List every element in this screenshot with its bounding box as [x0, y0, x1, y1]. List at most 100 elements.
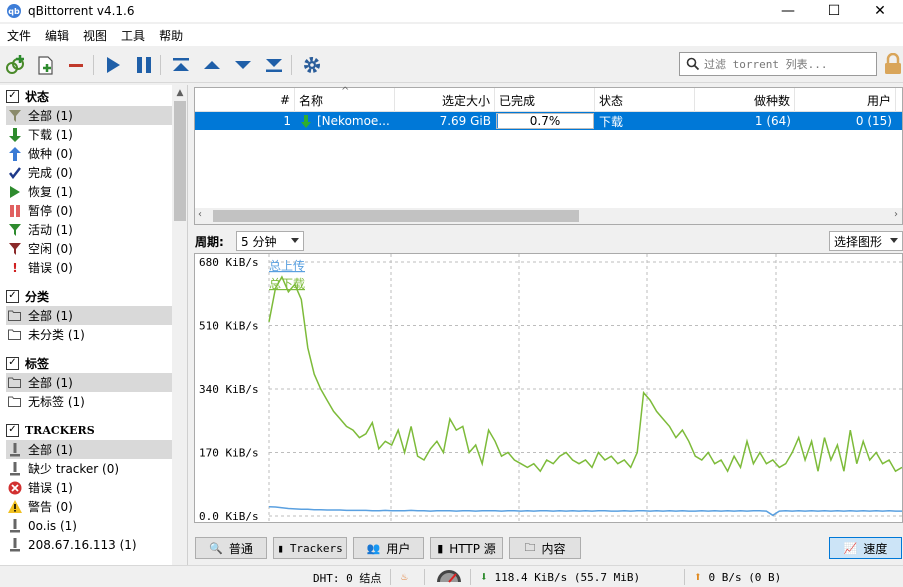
category-all[interactable]: 全部 (1)	[6, 306, 172, 325]
speed-graph: 680 KiB/s 510 KiB/s 340 KiB/s 170 KiB/s 0.0 …	[194, 253, 903, 523]
tab-speed[interactable]: 📈 速度	[829, 537, 902, 559]
tags-section-header[interactable]: ✓ 标签	[6, 354, 49, 372]
warning-icon	[8, 500, 22, 514]
category-uncategorized[interactable]: 未分类 (1)	[6, 325, 172, 344]
add-torrent-file-icon[interactable]	[33, 53, 57, 77]
gear-icon[interactable]	[300, 53, 324, 77]
legend-download: 总下载	[269, 277, 305, 291]
select-graph-button[interactable]: 选择图形	[829, 231, 903, 251]
close-button[interactable]: ✕	[857, 0, 903, 22]
status-filter-all[interactable]: 全部 (1)	[6, 106, 172, 125]
column-status[interactable]: 状态	[595, 88, 695, 112]
tracker-trackerless[interactable]: 缺少 tracker (0)	[6, 459, 172, 478]
pause-icon[interactable]	[132, 53, 156, 77]
tracker-error[interactable]: 错误 (1)	[6, 478, 172, 497]
column-size[interactable]: 选定大小	[395, 88, 495, 112]
folder-icon	[8, 395, 22, 409]
status-filter-errored[interactable]: ! 错误 (0)	[6, 258, 172, 277]
tag-all[interactable]: 全部 (1)	[6, 373, 172, 392]
tab-trackers[interactable]: ▮ Trackers	[273, 537, 347, 559]
categories-checkbox[interactable]: ✓	[6, 289, 19, 303]
status-filter-resumed[interactable]: 恢复 (1)	[6, 182, 172, 201]
tracker-all[interactable]: 全部 (1)	[6, 440, 172, 459]
status-filter-downloading[interactable]: 下载 (1)	[6, 125, 172, 144]
table-header: # 名称 选定大小 已完成 状态 做种数 用户 ^	[195, 86, 902, 112]
menu-help[interactable]: 帮助	[152, 27, 190, 44]
move-to-bottom-icon[interactable]	[262, 53, 286, 77]
title-bar: qb qBittorrent v4.1.6 — ☐ ✕	[0, 0, 903, 22]
status-filter-active[interactable]: 活动 (1)	[6, 220, 172, 239]
status-filter-completed[interactable]: 完成 (0)	[6, 163, 172, 182]
series-upload-line	[268, 505, 902, 517]
menu-edit[interactable]: 编辑	[38, 27, 76, 44]
menu-tools[interactable]: 工具	[114, 27, 152, 44]
column-num[interactable]: #	[195, 88, 295, 112]
tracker-warning[interactable]: 警告 (0)	[6, 497, 172, 516]
lock-icon[interactable]	[883, 52, 903, 75]
move-down-icon[interactable]	[231, 53, 255, 77]
speed-limit-icon[interactable]	[436, 569, 462, 586]
period-select[interactable]: 5 分钟	[236, 231, 304, 251]
table-scroll-thumb[interactable]	[213, 210, 579, 222]
move-up-icon[interactable]	[200, 53, 224, 77]
y-tick-label: 0.0 KiB/s	[199, 510, 259, 522]
table-row[interactable]: 1 [Nekomoe... 7.69 GiB 0.7% 下载 1 (64) 0 …	[195, 112, 902, 130]
table-horizontal-scrollbar[interactable]: ‹ ›	[195, 208, 902, 224]
add-torrent-link-icon[interactable]	[3, 53, 27, 77]
tab-content[interactable]: 🗀 内容	[509, 537, 581, 559]
trackers-section-header[interactable]: ✓ TRACKERS	[6, 421, 95, 439]
upload-arrow-icon	[8, 146, 22, 161]
sort-indicator-icon: ^	[341, 86, 350, 97]
delete-torrent-icon[interactable]	[64, 53, 88, 77]
scroll-left-icon[interactable]: ‹	[198, 209, 202, 220]
cell-num: 1	[283, 114, 291, 128]
search-input[interactable]: 过滤 torrent 列表...	[679, 52, 877, 76]
tag-untagged[interactable]: 无标签 (1)	[6, 392, 172, 411]
connection-status-icon[interactable]: ♨	[401, 570, 408, 583]
sidebar-scroll-thumb[interactable]	[174, 101, 186, 221]
y-tick-label: 510 KiB/s	[199, 320, 259, 333]
tracker-208-67-16-113[interactable]: 208.67.16.113 (1)	[6, 535, 172, 554]
progress-fill	[497, 114, 498, 128]
tags-checkbox[interactable]: ✓	[6, 356, 19, 370]
minimize-button[interactable]: —	[765, 0, 811, 22]
column-done[interactable]: 已完成	[495, 88, 595, 112]
error-icon	[8, 481, 22, 495]
folder-icon	[8, 376, 22, 390]
speed-chart: 680 KiB/s 510 KiB/s 340 KiB/s 170 KiB/s 0.0 …	[199, 254, 903, 523]
resume-icon[interactable]	[101, 53, 125, 77]
tab-peers[interactable]: 👥 用户	[353, 537, 424, 559]
sidebar-scrollbar[interactable]: ▲	[172, 85, 187, 565]
dht-nodes: DHT: 0 结点	[313, 572, 382, 585]
status-filter-inactive[interactable]: 空闲 (0)	[6, 239, 172, 258]
menu-view[interactable]: 视图	[76, 27, 114, 44]
folder-icon	[8, 309, 22, 323]
cell-seeds: 1 (64)	[754, 114, 791, 128]
upload-speed-status[interactable]: ⬆ 0 B/s (0 B)	[694, 570, 781, 585]
categories-section-header[interactable]: ✓ 分类	[6, 287, 49, 305]
status-filter-paused[interactable]: 暂停 (0)	[6, 201, 172, 220]
scroll-right-icon[interactable]: ›	[894, 209, 898, 220]
download-speed-status[interactable]: ⬇ 118.4 KiB/s (55.7 MiB)	[480, 570, 640, 585]
scroll-up-icon[interactable]: ▲	[172, 85, 187, 101]
tab-general[interactable]: 🔍 普通	[195, 537, 267, 559]
search-icon	[686, 57, 700, 71]
tracker-0o-is[interactable]: 0o.is (1)	[6, 516, 172, 535]
status-checkbox[interactable]: ✓	[6, 89, 19, 103]
sidebar: ✓ 状态 全部 (1) 下载 (1) 做种 (0) 完成 (0) 恢复 (1) 暂…	[0, 85, 188, 565]
status-filter-seeding[interactable]: 做种 (0)	[6, 144, 172, 163]
status-section-header[interactable]: ✓ 状态	[6, 87, 49, 105]
trackers-checkbox[interactable]: ✓	[6, 423, 19, 437]
legend-upload: 总上传	[269, 258, 305, 273]
move-to-top-icon[interactable]	[169, 53, 193, 77]
column-seeds[interactable]: 做种数	[695, 88, 795, 112]
tracker-icon	[8, 461, 22, 476]
column-peers[interactable]: 用户	[795, 88, 896, 112]
tab-http-sources[interactable]: ▮ HTTP 源	[430, 537, 503, 559]
upload-arrow-icon: ⬆	[694, 570, 702, 585]
menu-file[interactable]: 文件	[0, 27, 38, 44]
chevron-down-icon	[291, 238, 299, 243]
chevron-down-icon	[890, 238, 898, 243]
cell-size: 7.69 GiB	[439, 114, 491, 128]
maximize-button[interactable]: ☐	[811, 0, 857, 22]
